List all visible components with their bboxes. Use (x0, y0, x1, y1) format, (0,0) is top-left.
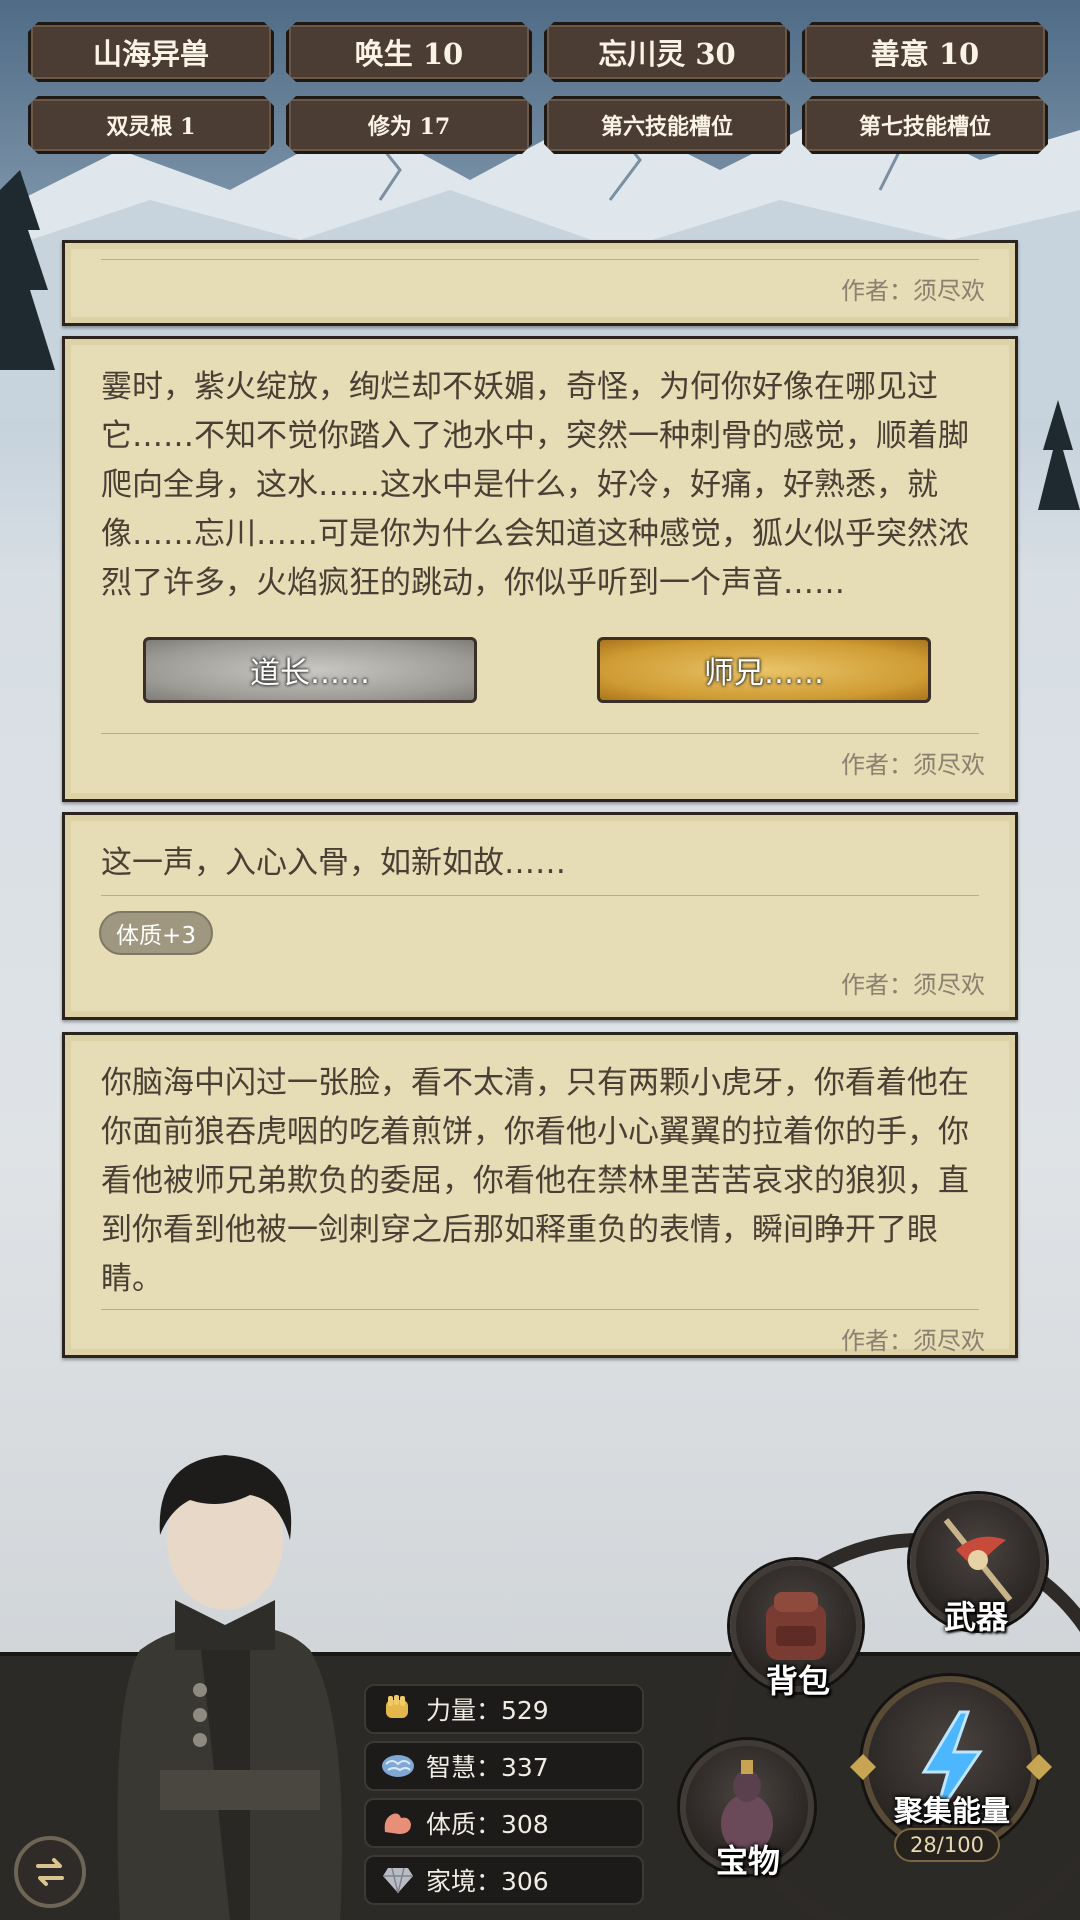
stat-wisdom-label: 智慧：337 (426, 1753, 549, 1782)
stat-list: 力量：529 智慧：337 体质：308 家境：306 (364, 1684, 644, 1912)
stat-strength-label: 力量：529 (426, 1696, 549, 1725)
brain-icon (378, 1750, 418, 1782)
author-credit: 作者：须尽欢 (841, 1327, 985, 1355)
treasure-label: 宝物 (716, 1842, 781, 1880)
choice-daozhang-button[interactable]: 道长…… (143, 637, 477, 703)
stat-wealth: 家境：306 (364, 1855, 644, 1905)
character-portrait (117, 1455, 342, 1920)
bag-label: 背包 (766, 1662, 831, 1700)
diamond-ornament-icon (1026, 1754, 1052, 1780)
story-text: 霎时，紫火绽放，绚烂却不妖媚，奇怪，为何你好像在哪见过它……不知不觉你踏入了池水… (101, 369, 969, 601)
tag-cultivation[interactable]: 修为 17 (286, 96, 532, 154)
author-credit: 作者：须尽欢 (841, 751, 985, 779)
story-card: 这一声，入心入骨，如新如故…… 体质+3 作者：须尽欢 (62, 812, 1018, 1020)
story-card: 你脑海中闪过一张脸，看不太清，只有两颗小虎牙，你看着他在你面前狼吞虎咽的吃着煎饼… (62, 1032, 1018, 1358)
stat-constitution: 体质：308 (364, 1798, 644, 1848)
stat-constitution-label: 体质：308 (426, 1810, 549, 1839)
story-text: 这一声，入心入骨，如新如故…… (101, 845, 566, 881)
pine-trees-left (0, 170, 55, 370)
tag-skill-slot-7[interactable]: 第七技能槽位 (802, 96, 1048, 154)
swap-arrows-icon (36, 1858, 64, 1886)
stat-gain-badge: 体质+3 (99, 911, 213, 955)
tag-revive[interactable]: 唤生 10 (286, 22, 532, 82)
stat-strength: 力量：529 (364, 1684, 644, 1734)
choice-shixiong-button[interactable]: 师兄…… (597, 637, 931, 703)
diamond-ornament-icon (850, 1754, 876, 1780)
diamond-icon (378, 1864, 418, 1896)
stat-wisdom: 智慧：337 (364, 1741, 644, 1791)
story-text: 你脑海中闪过一张脸，看不太清，只有两颗小虎牙，你看着他在你面前狼吞虎咽的吃着煎饼… (101, 1065, 969, 1297)
tag-skill-slot-6[interactable]: 第六技能槽位 (544, 96, 790, 154)
pine-trees-right (1038, 400, 1080, 510)
tag-wangchuan-spirit[interactable]: 忘川灵 30 (544, 22, 790, 82)
fist-icon (378, 1693, 418, 1725)
muscle-icon (378, 1807, 418, 1839)
gather-energy-label: 聚集能量 (894, 1794, 1011, 1828)
attribute-tags: 山海异兽 唤生 10 忘川灵 30 善意 10 双灵根 1 修为 17 第六技能… (28, 22, 1052, 154)
tag-kindness[interactable]: 善意 10 (802, 22, 1048, 82)
swap-character-button[interactable] (14, 1836, 86, 1908)
tag-dual-root[interactable]: 双灵根 1 (28, 96, 274, 154)
stat-wealth-label: 家境：306 (426, 1867, 549, 1896)
tag-beast[interactable]: 山海异兽 (28, 22, 274, 82)
author-credit: 作者：须尽欢 (841, 971, 985, 999)
energy-progress: 28/100 (894, 1828, 1000, 1862)
weapon-label: 武器 (944, 1598, 1009, 1636)
author-credit: 作者：须尽欢 (841, 277, 985, 305)
story-card: 作者：须尽欢 (62, 240, 1018, 326)
story-card: 霎时，紫火绽放，绚烂却不妖媚，奇怪，为何你好像在哪见过它……不知不觉你踏入了池水… (62, 336, 1018, 802)
